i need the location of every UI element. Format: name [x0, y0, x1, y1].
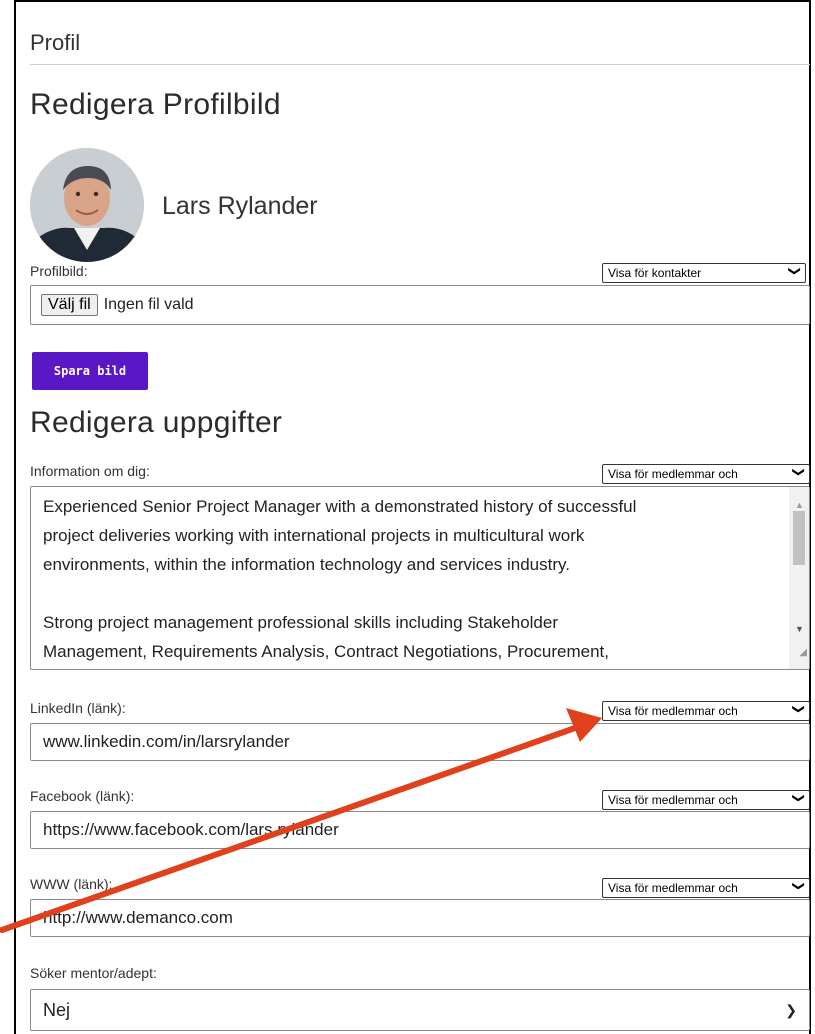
- annotation-arrow-icon: [0, 708, 602, 933]
